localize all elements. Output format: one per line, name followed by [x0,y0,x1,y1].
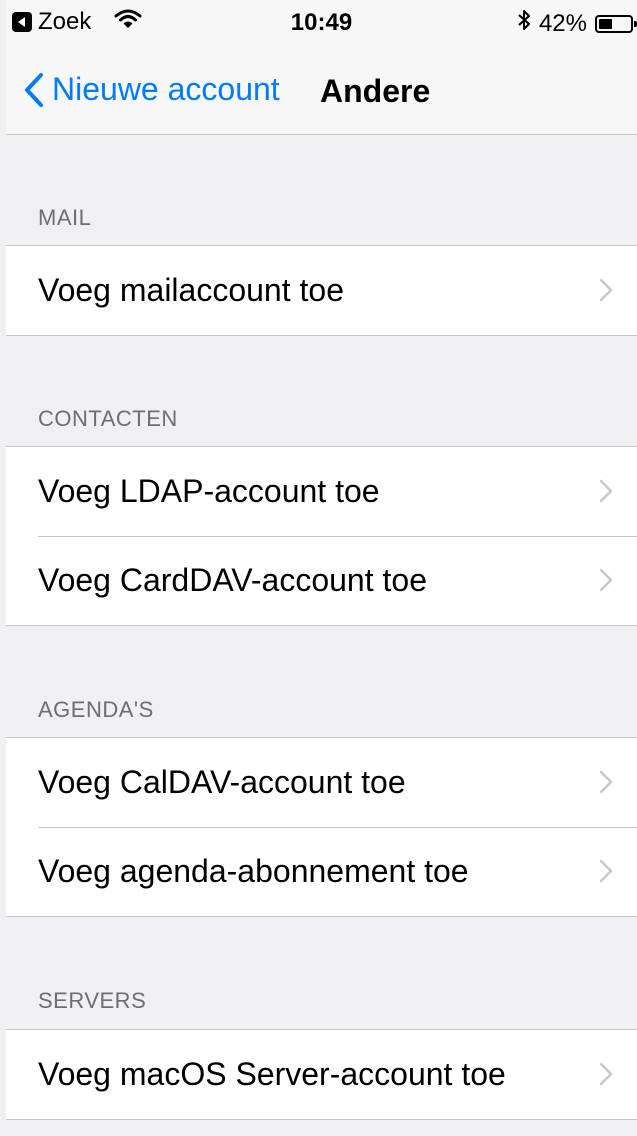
section-header-calendars: AGENDA'S [38,697,154,722]
section-servers: Voeg macOS Server-account toe [6,1029,637,1120]
chevron-right-icon [599,859,613,883]
section-header-servers: SERVERS [38,988,147,1013]
chevron-right-icon [599,479,613,503]
section-mail: Voeg mailaccount toe [6,245,637,336]
list-item-add-caldav-account[interactable]: Voeg CalDAV-account toe [6,738,637,827]
nav-back-button[interactable]: Nieuwe account [24,71,280,108]
status-right: 42% [517,9,637,38]
list-item-label: Voeg CardDAV-account toe [38,562,427,598]
wifi-icon [114,8,142,37]
section-contacts: Voeg LDAP-account toe Voeg CardDAV-accou… [6,446,637,626]
list-item-label: Voeg mailaccount toe [38,272,344,308]
section-calendars: Voeg CalDAV-account toe Voeg agenda-abon… [6,737,637,917]
chevron-right-icon [599,770,613,794]
list-item-label: Voeg CalDAV-account toe [38,764,406,800]
list-item-add-calendar-subscription[interactable]: Voeg agenda-abonnement toe [6,827,637,916]
page-title: Andere [320,73,431,109]
chevron-left-icon [25,72,43,107]
section-header-contacts: CONTACTEN [38,406,178,431]
battery-percent: 42% [538,9,587,37]
list-item-add-ldap-account[interactable]: Voeg LDAP-account toe [6,447,637,536]
battery-icon [595,14,637,33]
list-item-add-carddav-account[interactable]: Voeg CardDAV-account toe [6,536,637,625]
bluetooth-icon [517,9,531,38]
battery-fill [599,18,612,29]
screen: Zoek 10:49 42% Nieuwe account Andere MAI… [6,0,637,1136]
list-item-add-macos-server-account[interactable]: Voeg macOS Server-account toe [6,1030,637,1119]
back-app-label: Zoek [38,8,92,35]
status-bar: Zoek 10:49 42% [6,0,637,40]
top-bar: Zoek 10:49 42% Nieuwe account Andere [6,0,637,135]
navigation-bar: Nieuwe account Andere [6,48,637,136]
list-item-label: Voeg macOS Server-account toe [38,1056,506,1092]
list-item-add-mail-account[interactable]: Voeg mailaccount toe [6,246,637,335]
chevron-right-icon [599,278,613,302]
chevron-right-icon [599,568,613,592]
back-to-app[interactable]: Zoek [12,8,91,36]
chevron-right-icon [599,1062,613,1086]
back-triangle-icon [12,12,32,32]
list-item-label: Voeg LDAP-account toe [38,473,380,509]
list-item-label: Voeg agenda-abonnement toe [38,853,469,889]
section-header-mail: MAIL [38,205,92,230]
nav-back-label: Nieuwe account [52,71,280,107]
